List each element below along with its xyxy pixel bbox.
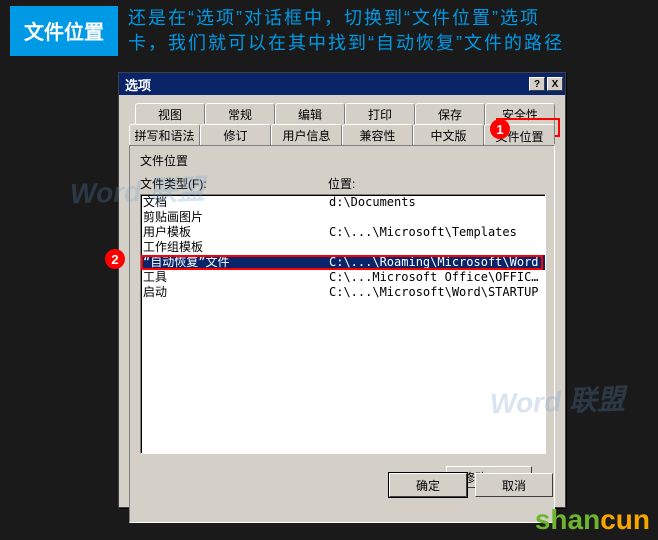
file-locations-panel: 文件位置 文件类型(F): 位置: 文档d:\Documents 剪贴画图片 用… bbox=[129, 145, 555, 523]
dialog-buttons: 确定 取消 bbox=[389, 473, 553, 497]
header-badge: 文件位置 bbox=[10, 6, 118, 56]
cancel-button[interactable]: 取消 bbox=[475, 473, 553, 497]
list-item-autorecover: “自动恢复”文件C:\...\Roaming\Microsoft\Word bbox=[141, 255, 545, 270]
list-item: 剪贴画图片 bbox=[141, 210, 545, 225]
tab-general[interactable]: 常规 bbox=[205, 103, 275, 125]
tab-edit[interactable]: 编辑 bbox=[275, 103, 345, 125]
close-icon[interactable]: X bbox=[547, 77, 563, 91]
tab-print[interactable]: 打印 bbox=[345, 103, 415, 125]
header-text: 还是在“选项”对话框中，切换到“文件位置”选项 卡，我们就可以在其中找到“自动恢… bbox=[128, 6, 564, 56]
tab-spelling[interactable]: 拼写和语法 bbox=[129, 124, 200, 146]
list-item: 启动C:\...\Microsoft\Word\STARTUP bbox=[141, 285, 545, 300]
list-item: 用户模板C:\...\Microsoft\Templates bbox=[141, 225, 545, 240]
tab-view[interactable]: 视图 bbox=[135, 103, 205, 125]
help-icon[interactable]: ? bbox=[529, 77, 545, 91]
tab-revision[interactable]: 修订 bbox=[200, 124, 271, 146]
titlebar: 选项 ? X bbox=[119, 73, 565, 95]
col-location: 位置: bbox=[328, 175, 355, 192]
tab-save[interactable]: 保存 bbox=[415, 103, 485, 125]
dialog-title: 选项 bbox=[125, 75, 151, 94]
instruction-header: 文件位置 还是在“选项”对话框中，切换到“文件位置”选项 卡，我们就可以在其中找… bbox=[0, 0, 658, 66]
group-label: 文件位置 bbox=[140, 152, 544, 169]
list-item: 工具C:\...Microsoft Office\OFFIC… bbox=[141, 270, 545, 285]
list-item: 文档d:\Documents bbox=[141, 195, 545, 210]
callout-badge-1: 1 bbox=[490, 119, 510, 139]
ok-button[interactable]: 确定 bbox=[389, 473, 467, 497]
callout-badge-2: 2 bbox=[105, 249, 125, 269]
tab-area: 视图 常规 编辑 打印 保存 安全性 拼写和语法 修订 用户信息 兼容性 中文版… bbox=[119, 95, 565, 533]
column-headers: 文件类型(F): 位置: bbox=[140, 175, 544, 192]
list-item: 工作组模板 bbox=[141, 240, 545, 255]
shancun-logo: shancun bbox=[535, 504, 650, 536]
col-filetype: 文件类型(F): bbox=[140, 175, 328, 192]
file-locations-listbox[interactable]: 文档d:\Documents 剪贴画图片 用户模板C:\...\Microsof… bbox=[140, 194, 546, 454]
tab-chinese[interactable]: 中文版 bbox=[413, 124, 484, 146]
tab-userinfo[interactable]: 用户信息 bbox=[271, 124, 342, 146]
tab-compat[interactable]: 兼容性 bbox=[342, 124, 413, 146]
